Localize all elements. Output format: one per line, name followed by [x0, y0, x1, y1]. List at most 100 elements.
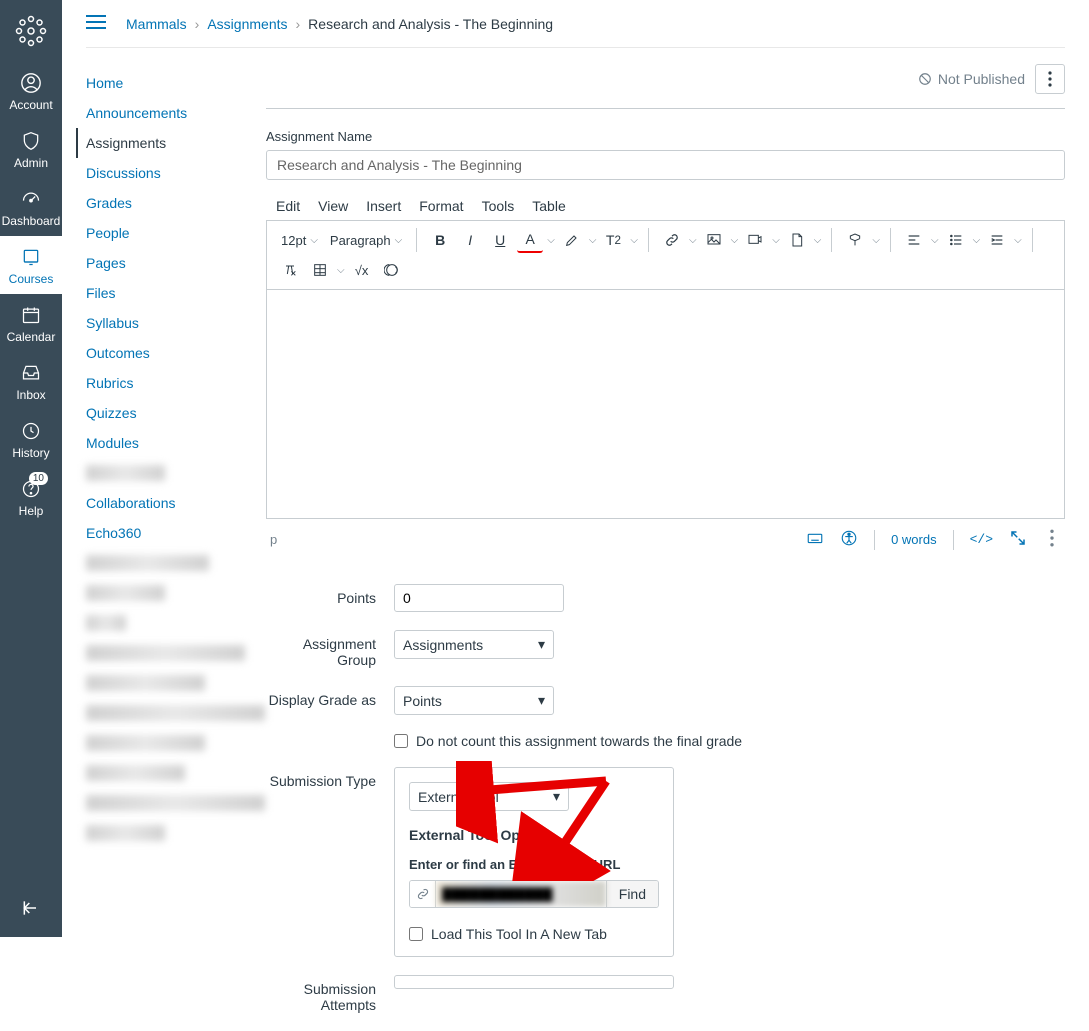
speedometer-icon — [18, 186, 44, 212]
table-button[interactable] — [307, 257, 333, 283]
rce-menu: Edit View Insert Format Tools Table — [266, 194, 1065, 218]
user-icon — [18, 70, 44, 96]
course-nav-item[interactable]: ████████████ — [86, 668, 246, 698]
nav-courses[interactable]: Courses — [0, 236, 62, 294]
nav-history[interactable]: History — [0, 410, 62, 468]
course-nav-item[interactable]: ████████ — [86, 818, 246, 848]
document-button[interactable] — [784, 227, 810, 253]
course-nav-item[interactable]: Syllabus — [86, 308, 246, 338]
course-nav-item[interactable]: ████████████ — [86, 728, 246, 758]
text-color-button[interactable]: A — [517, 227, 543, 253]
course-nav-item[interactable]: ██████████ — [86, 758, 246, 788]
fullscreen-button[interactable] — [1009, 529, 1027, 550]
apps-button[interactable] — [842, 227, 868, 253]
shield-icon — [18, 128, 44, 154]
find-button[interactable]: Find — [606, 881, 658, 907]
equation-button[interactable]: √x — [349, 257, 375, 283]
inbox-icon — [18, 360, 44, 386]
bullet-list-button[interactable] — [943, 227, 969, 253]
course-nav-item[interactable]: People — [86, 218, 246, 248]
load-new-tab-label: Load This Tool In A New Tab — [431, 926, 607, 942]
ext-tool-options-heading: External Tool Options — [409, 827, 659, 843]
rce-menu-insert[interactable]: Insert — [366, 198, 401, 214]
course-nav-item[interactable]: ██████████████████ — [86, 698, 246, 728]
more-options-button[interactable] — [1035, 64, 1065, 94]
rce-menu-format[interactable]: Format — [419, 198, 463, 214]
bold-button[interactable]: B — [427, 227, 453, 253]
book-icon — [18, 244, 44, 270]
hamburger-menu[interactable] — [86, 17, 106, 33]
course-nav-item[interactable]: Collaborations — [86, 488, 246, 518]
load-new-tab-checkbox[interactable] — [409, 927, 423, 941]
paragraph-select[interactable]: Paragraph⌵ — [326, 231, 406, 250]
rce-toolbar: 12pt⌵ Paragraph⌵ B I U A⌵ ⌵ T2⌵ ⌵ ⌵ ⌵ ⌵ … — [266, 220, 1065, 289]
course-nav-item[interactable]: ████████ — [86, 578, 246, 608]
nav-dashboard[interactable]: Dashboard — [0, 178, 62, 236]
image-button[interactable] — [701, 227, 727, 253]
main-content: Not Published Assignment Name Edit View … — [246, 48, 1065, 1031]
submission-type-select[interactable]: External Tool▾ — [409, 782, 569, 811]
assignment-group-select[interactable]: Assignments▾ — [394, 630, 554, 659]
course-nav-item[interactable]: Echo360 — [86, 518, 246, 548]
rce-editor[interactable] — [266, 289, 1065, 519]
course-nav-item[interactable]: Pages — [86, 248, 246, 278]
course-nav-item[interactable]: Discussions — [86, 158, 246, 188]
keyboard-icon[interactable] — [806, 529, 824, 550]
course-nav-item[interactable]: ████████ — [86, 458, 246, 488]
nav-help[interactable]: 10 Help — [0, 468, 62, 526]
no-count-label: Do not count this assignment towards the… — [416, 733, 742, 749]
ext-tool-url-heading: Enter or find an External Tool URL — [409, 857, 659, 872]
nav-inbox[interactable]: Inbox — [0, 352, 62, 410]
assignment-name-input[interactable] — [266, 150, 1065, 180]
chevron-right-icon: › — [296, 16, 301, 32]
indent-button[interactable] — [984, 227, 1010, 253]
word-count[interactable]: 0 words — [891, 532, 937, 547]
assignment-group-label: Assignment Group — [266, 630, 394, 668]
nav-collapse[interactable] — [21, 882, 41, 937]
breadcrumb-mammals[interactable]: Mammals — [126, 16, 187, 32]
assignment-name-label: Assignment Name — [266, 129, 1065, 144]
course-nav-item[interactable]: ██████████████████ — [86, 788, 246, 818]
link-icon — [410, 881, 436, 907]
no-count-checkbox[interactable] — [394, 734, 408, 748]
course-nav-item[interactable]: Modules — [86, 428, 246, 458]
course-nav-item[interactable]: Outcomes — [86, 338, 246, 368]
course-nav-item[interactable]: Announcements — [86, 98, 246, 128]
link-button[interactable] — [659, 227, 685, 253]
clear-format-button[interactable] — [277, 257, 303, 283]
rce-menu-table[interactable]: Table — [532, 198, 565, 214]
course-nav-item[interactable]: Home — [86, 68, 246, 98]
italic-button[interactable]: I — [457, 227, 483, 253]
canvas-logo[interactable] — [0, 0, 62, 62]
media-button[interactable] — [742, 227, 768, 253]
submission-attempts-label: Submission Attempts — [266, 975, 394, 1013]
course-nav-item[interactable]: Files — [86, 278, 246, 308]
html-view-button[interactable]: </> — [970, 532, 993, 547]
accessibility-icon[interactable] — [840, 529, 858, 550]
external-tool-url-input[interactable] — [436, 881, 606, 907]
course-nav-item[interactable]: Quizzes — [86, 398, 246, 428]
underline-button[interactable]: U — [487, 227, 513, 253]
nav-calendar[interactable]: Calendar — [0, 294, 62, 352]
rce-menu-tools[interactable]: Tools — [482, 198, 515, 214]
embed-button[interactable] — [379, 257, 405, 283]
display-grade-select[interactable]: Points▾ — [394, 686, 554, 715]
superscript-button[interactable]: T2 — [600, 227, 626, 253]
highlight-button[interactable] — [559, 227, 585, 253]
font-size-select[interactable]: 12pt⌵ — [277, 231, 322, 250]
align-button[interactable] — [901, 227, 927, 253]
course-nav-item[interactable]: Grades — [86, 188, 246, 218]
course-nav-item[interactable]: Rubrics — [86, 368, 246, 398]
points-input[interactable] — [394, 584, 564, 612]
rce-menu-edit[interactable]: Edit — [276, 198, 300, 214]
rce-menu-view[interactable]: View — [318, 198, 348, 214]
nav-admin[interactable]: Admin — [0, 120, 62, 178]
more-icon[interactable] — [1043, 529, 1061, 550]
nav-account[interactable]: Account — [0, 62, 62, 120]
breadcrumb-assignments[interactable]: Assignments — [207, 16, 287, 32]
course-nav-item[interactable]: Assignments — [76, 128, 246, 158]
course-nav: HomeAnnouncementsAssignmentsDiscussionsG… — [86, 48, 246, 1031]
course-nav-item[interactable]: ████ — [86, 608, 246, 638]
course-nav-item[interactable]: ████████████████ — [86, 638, 246, 668]
course-nav-item[interactable]: ████████ ████ — [86, 548, 246, 578]
